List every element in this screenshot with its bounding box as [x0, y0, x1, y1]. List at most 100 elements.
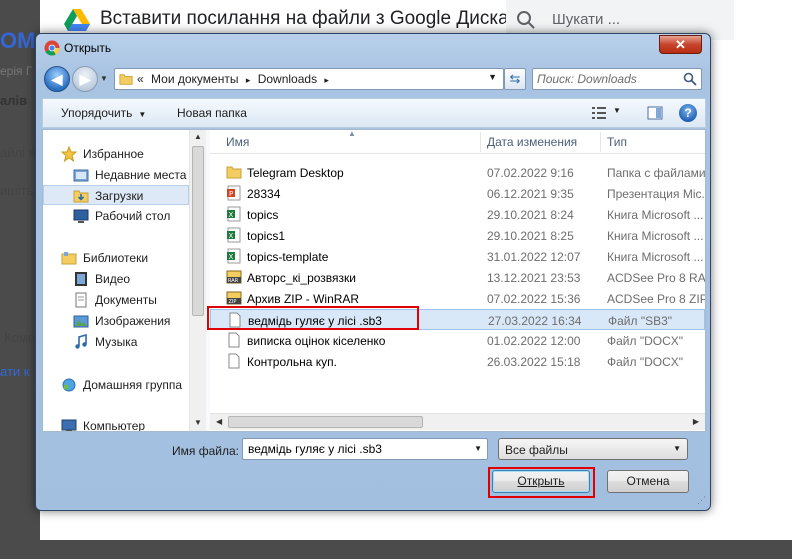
file-row[interactable]: X topics1 29.10.2021 8:25 Книга Microsof…	[210, 225, 705, 246]
background-fragment[interactable]: ати к	[0, 364, 29, 379]
file-type: Книга Microsoft ...	[607, 208, 704, 222]
new-folder-button[interactable]: Новая папка	[177, 106, 247, 120]
dialog-titlebar[interactable]: Открыть ✕	[36, 34, 710, 62]
cancel-button[interactable]: Отмена	[607, 470, 689, 493]
file-row[interactable]: Telegram Desktop 07.02.2022 9:16 Папка с…	[210, 162, 705, 183]
folder-icon	[226, 166, 242, 179]
file-row[interactable]: RAR Авторс_кі_розвязки 13.12.2021 23:53 …	[210, 267, 705, 288]
file-name: Контрольна куп.	[247, 355, 337, 369]
file-list-pane: ▲ Имя Дата изменения Тип Telegram Deskto…	[210, 130, 705, 431]
file-date: 29.10.2021 8:24	[487, 208, 574, 222]
background-fragment: алів	[0, 93, 28, 108]
chevron-down-icon[interactable]: ▼	[613, 106, 621, 115]
organize-menu[interactable]: Упорядочить ▼	[61, 106, 146, 120]
file-type: Презентация Mic...	[607, 187, 705, 201]
back-button[interactable]: ◀	[44, 66, 70, 92]
chevron-down-icon[interactable]: ▼	[474, 444, 482, 453]
filename-field[interactable]: ▼	[242, 438, 488, 460]
history-dropdown-icon[interactable]: ▼	[100, 74, 108, 83]
excel-icon: X	[227, 206, 241, 222]
column-header-type[interactable]: Тип	[607, 135, 627, 149]
file-date: 27.03.2022 16:34	[488, 314, 582, 328]
svg-text:ZIP: ZIP	[229, 299, 237, 305]
file-row[interactable]: X topics 29.10.2021 8:24 Книга Microsoft…	[210, 204, 705, 225]
organize-label: Упорядочить	[61, 106, 133, 120]
column-divider[interactable]	[600, 132, 601, 152]
file-row[interactable]: X topics-template 31.01.2022 12:07 Книга…	[210, 246, 705, 267]
scroll-right-icon[interactable]: ▶	[693, 417, 699, 426]
file-row[interactable]: P 28334 06.12.2021 9:35 Презентация Mic.…	[210, 183, 705, 204]
filename-label: Имя файла:	[172, 444, 239, 458]
nav-item-label: Недавние места	[95, 168, 187, 182]
help-icon[interactable]: ?	[679, 104, 697, 122]
nav-item-images[interactable]: Изображения	[43, 311, 189, 331]
search-icon	[517, 11, 535, 29]
filetype-select[interactable]: Все файлы ▼	[498, 438, 688, 460]
file-row[interactable]: виписка оцінок кіселенко 01.02.2022 12:0…	[210, 330, 705, 351]
dialog-search-input[interactable]	[535, 70, 675, 88]
refresh-button[interactable]: ⇆	[504, 68, 526, 90]
breadcrumb-separator[interactable]: ▸	[324, 75, 329, 85]
breadcrumb-separator[interactable]: ▸	[246, 75, 251, 85]
downloads-folder-icon	[73, 190, 89, 203]
file-type: Книга Microsoft ...	[607, 250, 704, 264]
nav-item-downloads[interactable]: Загрузки	[43, 185, 189, 205]
desktop-icon	[73, 209, 89, 223]
preview-pane-icon[interactable]	[647, 105, 663, 121]
chevron-down-icon[interactable]: ▼	[488, 72, 497, 82]
powerpoint-icon: P	[227, 185, 241, 201]
breadcrumb-downloads[interactable]: Downloads	[258, 72, 317, 86]
nav-item-favorites[interactable]: Избранное	[43, 144, 189, 164]
nav-item-computer[interactable]: Компьютер	[43, 416, 189, 431]
file-list-hscrollbar[interactable]: ◀ ▶	[210, 413, 705, 430]
scroll-left-icon[interactable]: ◀	[216, 417, 222, 426]
nav-item-label: Избранное	[83, 147, 144, 161]
file-row[interactable]: Контрольна куп. 26.03.2022 15:18 Файл "D…	[210, 351, 705, 372]
scroll-up-icon[interactable]: ▲	[194, 132, 202, 141]
nav-item-recent-places[interactable]: Недавние места	[43, 165, 189, 185]
file-date: 07.02.2022 15:36	[487, 292, 581, 306]
nav-item-desktop[interactable]: Рабочий стол	[43, 206, 189, 226]
close-button[interactable]: ✕	[659, 35, 702, 54]
column-header-name[interactable]: Имя	[226, 135, 249, 149]
video-icon	[75, 272, 87, 286]
scrollbar-thumb[interactable]	[228, 416, 423, 428]
column-header-date[interactable]: Дата изменения	[487, 135, 577, 149]
star-icon	[61, 146, 77, 162]
nav-item-video[interactable]: Видео	[43, 269, 189, 289]
file-name: Авторс_кі_розвязки	[247, 271, 356, 285]
address-bar[interactable]: « Мои документы ▸ Downloads ▸ ▼	[114, 68, 504, 90]
filename-input[interactable]	[246, 441, 466, 457]
column-divider[interactable]	[480, 132, 481, 152]
file-type: Файл "DOCX"	[607, 334, 684, 348]
nav-item-libraries[interactable]: Библиотеки	[43, 248, 189, 268]
chevron-down-icon: ▼	[673, 444, 681, 453]
scrollbar-thumb[interactable]	[192, 146, 204, 316]
dialog-search-box[interactable]	[532, 68, 702, 90]
breadcrumb-overflow[interactable]: «	[137, 72, 144, 86]
resize-grip-icon[interactable]: ⋰	[697, 495, 706, 506]
chrome-icon	[44, 40, 60, 56]
file-type: ACDSee Pro 8 RAR ...	[607, 271, 705, 285]
highlight-box-open-button	[488, 467, 595, 498]
svg-text:X: X	[229, 253, 234, 261]
file-date: 06.12.2021 9:35	[487, 187, 574, 201]
images-icon	[73, 315, 89, 328]
background-fragment: айлі н	[0, 145, 36, 160]
nav-item-label: Изображения	[95, 314, 171, 328]
nav-item-homegroup[interactable]: Домашняя группа	[43, 375, 189, 395]
forward-button[interactable]: ▶	[72, 66, 98, 92]
sort-ascending-icon: ▲	[348, 130, 356, 138]
documents-icon	[75, 292, 87, 308]
rar-icon: RAR	[226, 270, 242, 284]
nav-item-music[interactable]: Музыка	[43, 332, 189, 352]
background-title: Вставити посилання на файли з Google Дис…	[100, 8, 509, 29]
view-options-icon[interactable]	[591, 106, 607, 120]
file-type: Файл "DOCX"	[607, 355, 684, 369]
nav-item-documents[interactable]: Документы	[43, 290, 189, 310]
scroll-down-icon[interactable]: ▼	[194, 418, 202, 427]
breadcrumb-my-documents[interactable]: Мои документы	[151, 72, 238, 86]
file-type: Книга Microsoft ...	[607, 229, 704, 243]
file-date: 31.01.2022 12:07	[487, 250, 581, 264]
nav-pane-scrollbar[interactable]: ▲ ▼	[189, 130, 206, 431]
